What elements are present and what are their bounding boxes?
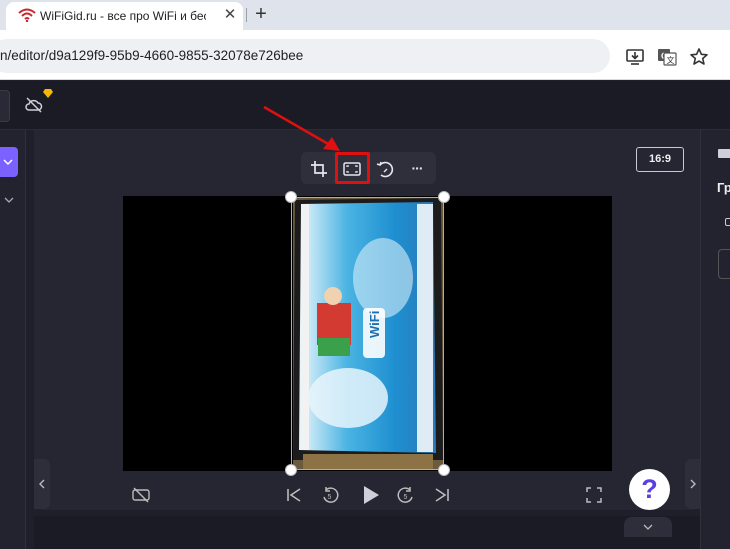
hide-preview-icon[interactable] <box>131 485 151 505</box>
fit-button-highlight <box>335 152 370 184</box>
tab-title: WiFiGid.ru - все про WiFi и бес <box>40 9 206 23</box>
left-sidebar <box>0 130 26 549</box>
more-icon[interactable]: ··· <box>404 156 430 182</box>
skip-back-icon[interactable] <box>284 485 304 505</box>
timeline-toggle-button[interactable] <box>624 517 672 537</box>
tab-close-icon[interactable]: ✕ <box>221 6 239 24</box>
translate-icon[interactable]: G 文 <box>657 47 677 67</box>
svg-text:5: 5 <box>328 494 332 501</box>
chevron-down-icon <box>3 159 13 166</box>
svg-text:5: 5 <box>404 494 408 501</box>
sidebar-active-button[interactable] <box>0 147 18 177</box>
expand-chevron-icon[interactable] <box>4 196 14 204</box>
resize-handle-top-right[interactable] <box>438 191 450 203</box>
address-bar-row: n/editor/d9a129f9-95b9-4660-9855-32078e7… <box>0 30 730 80</box>
rewind-5-icon[interactable]: 5 <box>320 485 340 505</box>
chevron-left-icon <box>39 479 45 489</box>
svg-text:文: 文 <box>667 55 675 65</box>
project-title-field[interactable] <box>0 90 10 122</box>
aspect-ratio-button[interactable]: 16:9 <box>636 147 684 172</box>
play-icon[interactable] <box>358 483 382 507</box>
new-tab-button[interactable]: + <box>250 3 272 25</box>
right-panel-checkbox[interactable] <box>725 218 730 226</box>
forward-5-icon[interactable]: 5 <box>396 485 416 505</box>
cloud-off-icon[interactable] <box>24 95 44 115</box>
rotate-icon[interactable] <box>372 156 398 182</box>
resize-handle-bottom-right[interactable] <box>438 464 450 476</box>
install-app-icon[interactable] <box>625 47 645 67</box>
browser-tabstrip: WiFiGid.ru - все про WiFi и бес ✕ + <box>0 0 730 30</box>
help-button[interactable]: ? <box>629 469 670 510</box>
tab-separator <box>246 8 247 22</box>
editor-topbar <box>0 81 730 130</box>
browser-tab[interactable]: WiFiGid.ru - все про WiFi и бес ✕ <box>6 2 243 30</box>
bookmark-star-icon[interactable] <box>689 47 709 67</box>
url-text: n/editor/d9a129f9-95b9-4660-9855-32078e7… <box>0 48 304 63</box>
resize-handle-bottom-left[interactable] <box>285 464 297 476</box>
wifi-favicon-icon <box>18 8 36 22</box>
fullscreen-icon[interactable] <box>584 485 604 505</box>
collapse-left-button[interactable] <box>34 459 50 509</box>
collapse-right-button[interactable] <box>685 459 700 509</box>
annotation-arrow <box>263 105 340 151</box>
right-sidebar: Гр <box>700 130 730 549</box>
panel-layout-icon[interactable] <box>718 148 730 159</box>
url-field[interactable]: n/editor/d9a129f9-95b9-4660-9855-32078e7… <box>0 39 610 73</box>
resize-handle-top-left[interactable] <box>285 191 297 203</box>
premium-diamond-icon <box>43 89 53 98</box>
timeline-toolbar <box>34 516 700 549</box>
skip-forward-icon[interactable] <box>432 485 452 505</box>
crop-icon[interactable] <box>306 156 332 182</box>
clip-selection-frame[interactable] <box>291 197 444 470</box>
chevron-right-icon <box>690 479 696 489</box>
chevron-down-icon <box>643 524 653 530</box>
right-panel-input[interactable] <box>718 249 730 279</box>
right-panel-heading: Гр <box>717 180 730 195</box>
